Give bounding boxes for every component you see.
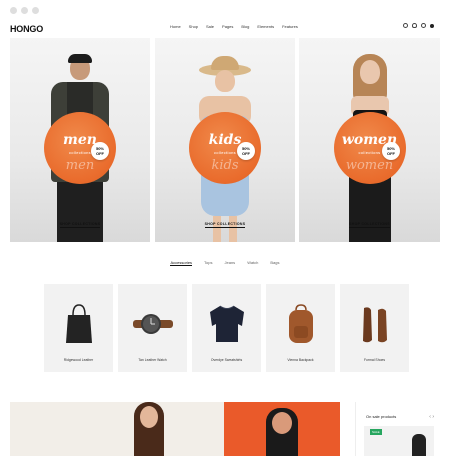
shop-collections-link[interactable]: SHOP COLLECTIONS [155, 222, 295, 228]
collection-script: kids [211, 158, 239, 173]
header-icons [403, 23, 434, 28]
site-header: HONGO Home Shop Sale Pages Blog Elements… [10, 18, 440, 40]
sale-product-card[interactable]: SALE [364, 426, 434, 456]
chevron-left-right-icon[interactable]: ‹ › [429, 414, 434, 420]
banner-kids[interactable]: kids collections kids 50% OFF SHOP COLLE… [155, 38, 295, 242]
sweatshirt-icon [192, 294, 261, 354]
product-card[interactable]: Ridgewood Leather [44, 284, 113, 372]
nav-item-elements[interactable]: Elements [257, 24, 274, 29]
window-dot-icon [10, 7, 17, 14]
shop-collections-link[interactable]: SHOP COLLECTIONS [299, 222, 440, 228]
tab-bags[interactable]: Bags [270, 260, 279, 266]
nav-item-sale[interactable]: Sale [206, 24, 214, 29]
product-card[interactable]: Formal Shoes [340, 284, 409, 372]
hero-banners: men collections men 50% OFF SHOP COLLECT… [10, 38, 440, 242]
nav-item-features[interactable]: Features [282, 24, 298, 29]
window-controls [10, 7, 39, 14]
sale-products-panel: On sale products ‹ › SALE [355, 402, 440, 456]
promo-banner-left[interactable] [10, 402, 224, 456]
tab-jeans[interactable]: Jeans [225, 260, 236, 266]
product-card[interactable]: Tan Leather Watch [118, 284, 187, 372]
banner-women[interactable]: women collections women 50% OFF SHOP COL… [299, 38, 440, 242]
shop-collections-label: SHOP COLLECTIONS [59, 222, 101, 228]
banner-men[interactable]: men collections men 50% OFF SHOP COLLECT… [10, 38, 150, 242]
shop-collections-label: SHOP COLLECTIONS [204, 222, 246, 228]
product-tabs: Accessories Tops Jeans Watch Bags [0, 260, 450, 266]
site-logo[interactable]: HONGO [10, 24, 43, 34]
wishlist-icon[interactable] [421, 23, 426, 28]
main-nav: Home Shop Sale Pages Blog Elements Featu… [170, 24, 298, 29]
product-card[interactable]: Overdye Sweatshirts [192, 284, 261, 372]
discount-off: OFF [242, 151, 250, 156]
search-icon[interactable] [403, 23, 408, 28]
product-grid: Ridgewood Leather Tan Leather Watch Over… [44, 284, 409, 372]
nav-item-home[interactable]: Home [170, 24, 181, 29]
nav-item-pages[interactable]: Pages [222, 24, 233, 29]
discount-off: OFF [387, 151, 395, 156]
discount-badge: 50% OFF [91, 142, 109, 160]
nav-item-shop[interactable]: Shop [189, 24, 198, 29]
tab-watch[interactable]: Watch [247, 260, 258, 266]
sale-badge: SALE [370, 429, 382, 435]
shop-collections-label: SHOP COLLECTIONS [349, 222, 390, 228]
collection-script: women [345, 158, 394, 173]
promo-banner-right[interactable] [224, 402, 340, 456]
window-dot-icon [32, 7, 39, 14]
backpack-icon [266, 294, 335, 354]
tab-accessories[interactable]: Accessories [170, 260, 193, 266]
window-dot-icon [21, 7, 28, 14]
tote-bag-icon [44, 294, 113, 354]
product-name: Ridgewood Leather [63, 358, 94, 362]
user-icon[interactable] [412, 23, 417, 28]
shop-collections-link[interactable]: SHOP COLLECTIONS [10, 222, 150, 228]
product-name: Overdye Sweatshirts [210, 358, 243, 362]
promo-row: On sale products ‹ › SALE [10, 402, 440, 456]
cart-icon[interactable] [430, 23, 434, 28]
shoes-icon [340, 294, 409, 354]
nav-item-blog[interactable]: Blog [241, 24, 249, 29]
product-card[interactable]: Vienna Backpack [266, 284, 335, 372]
discount-off: OFF [96, 151, 104, 156]
product-name: Formal Shoes [363, 358, 386, 362]
sale-panel-title: On sale products [366, 414, 397, 419]
discount-badge: 50% OFF [237, 142, 255, 160]
product-name: Tan Leather Watch [138, 358, 167, 362]
discount-badge: 50% OFF [382, 142, 400, 160]
collection-script: men [65, 158, 95, 173]
watch-icon [118, 294, 187, 354]
tab-tops[interactable]: Tops [204, 260, 212, 266]
product-name: Vienna Backpack [287, 358, 314, 362]
